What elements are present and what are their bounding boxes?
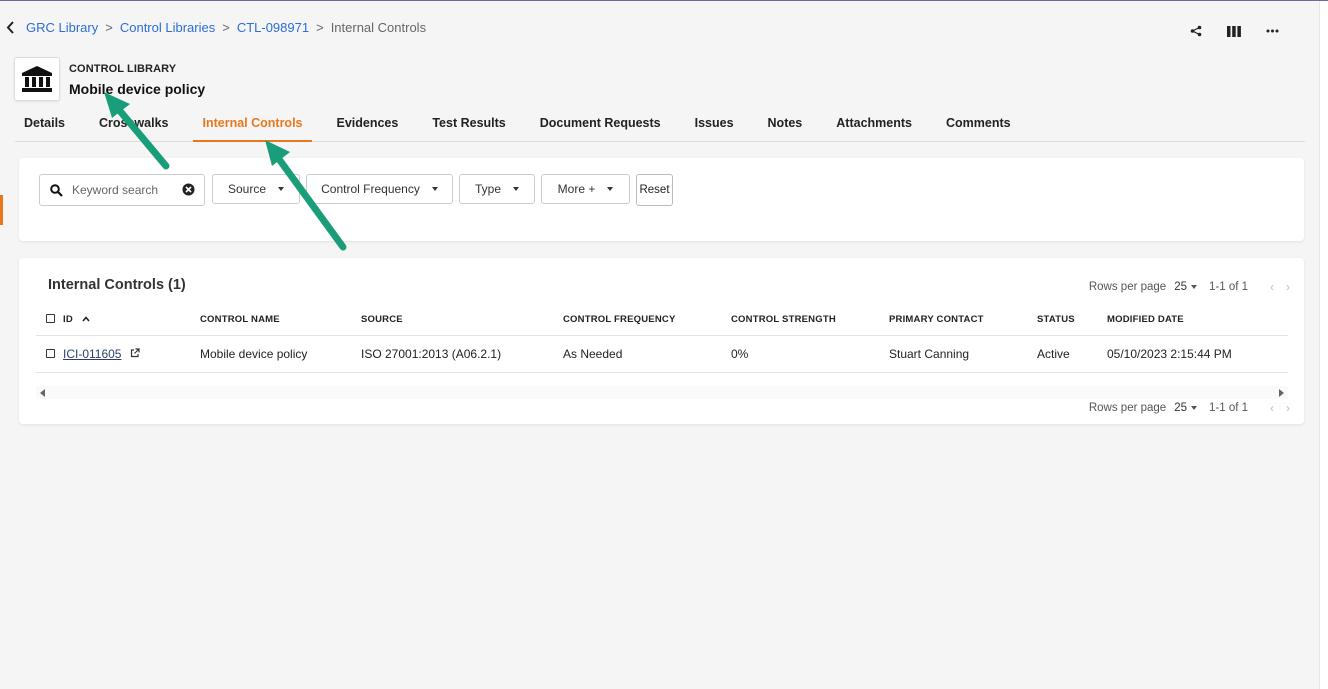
cell-primary-contact: Stuart Canning (889, 347, 970, 361)
source-filter[interactable]: Source (212, 174, 300, 204)
internal-controls-table-card: Internal Controls (1) Rows per page 25 1… (19, 258, 1304, 424)
column-header-control-frequency[interactable]: CONTROL FREQUENCY (563, 314, 675, 325)
column-header-primary-contact[interactable]: PRIMARY CONTACT (889, 314, 984, 325)
reset-button[interactable]: Reset (636, 174, 673, 206)
column-header-modified-date[interactable]: MODIFIED DATE (1107, 314, 1184, 325)
more-filters-dropdown[interactable]: More + (541, 174, 630, 204)
next-page-icon[interactable]: › (1286, 280, 1290, 294)
tab-attachments[interactable]: Attachments (827, 111, 921, 140)
breadcrumb-separator: > (105, 20, 113, 35)
top-bar: GRC Library > Control Libraries > CTL-098971… (0, 1, 1318, 151)
prev-page-icon[interactable]: ‹ (1270, 280, 1274, 294)
breadcrumb-grc-library[interactable]: GRC Library (26, 20, 98, 35)
breadcrumb-control-libraries[interactable]: Control Libraries (120, 20, 215, 35)
breadcrumb-separator: > (222, 20, 230, 35)
column-header-control-strength[interactable]: CONTROL STRENGTH (731, 314, 836, 325)
rows-per-page-select[interactable]: 25 (1174, 402, 1187, 414)
tab-notes[interactable]: Notes (759, 111, 812, 140)
prev-page-icon[interactable]: ‹ (1270, 401, 1274, 415)
breadcrumb-separator: > (316, 20, 324, 35)
column-header-id[interactable]: ID (63, 314, 90, 325)
scroll-right-icon[interactable] (1279, 389, 1284, 397)
scroll-left-icon[interactable] (40, 389, 45, 397)
more-filters-label: More + (557, 182, 596, 196)
tab-test-results[interactable]: Test Results (423, 111, 514, 140)
cell-control-strength: 0% (731, 347, 749, 361)
clear-search-icon[interactable] (182, 183, 195, 196)
chevron-down-icon[interactable] (1191, 285, 1197, 289)
columns-icon[interactable] (1226, 23, 1242, 39)
tab-crosswalks[interactable]: Crosswalks (90, 111, 177, 140)
tab-bar: Details Crosswalks Internal Controls Evi… (15, 111, 1305, 142)
table-title: Internal Controls (1) (48, 277, 186, 293)
bank-icon (14, 57, 60, 101)
record-type-label: CONTROL LIBRARY (69, 63, 177, 75)
tab-comments[interactable]: Comments (937, 111, 1020, 140)
cell-control-name: Mobile device policy (200, 347, 308, 361)
row-checkbox[interactable] (46, 349, 55, 358)
page-range: 1-1 of 1 (1209, 402, 1248, 414)
cell-control-frequency: As Needed (563, 347, 623, 361)
chevron-down-icon (607, 187, 614, 191)
rows-per-page-label: Rows per page (1088, 402, 1167, 414)
tab-internal-controls[interactable]: Internal Controls (193, 111, 312, 142)
pagination-bottom: Rows per page 25 1-1 of 1 ‹ › (1089, 401, 1290, 415)
sort-asc-icon[interactable] (82, 316, 90, 322)
type-filter[interactable]: Type (459, 174, 535, 204)
cell-status: Active (1037, 347, 1070, 361)
search-box (39, 174, 205, 206)
page-title: Mobile device policy (69, 81, 206, 97)
rows-per-page-select[interactable]: 25 (1174, 281, 1187, 293)
search-icon (50, 183, 64, 197)
type-filter-label: Type (474, 182, 501, 196)
side-indicator (0, 195, 3, 225)
share-icon[interactable] (1188, 23, 1204, 39)
tab-details[interactable]: Details (15, 111, 74, 140)
column-header-status[interactable]: STATUS (1037, 314, 1075, 325)
rows-per-page-label: Rows per page (1088, 281, 1167, 293)
page-range: 1-1 of 1 (1209, 281, 1248, 293)
column-header-id-label: ID (63, 314, 73, 325)
external-link-icon[interactable] (130, 348, 140, 358)
control-id-link[interactable]: ICI-011605 (63, 347, 121, 361)
column-header-control-name[interactable]: CONTROL NAME (200, 314, 280, 325)
cell-source: ISO 27001:2013 (A06.2.1) (361, 347, 502, 361)
table-row-id: ICI-011605 (63, 347, 140, 361)
chevron-down-icon (431, 187, 438, 191)
tab-issues[interactable]: Issues (686, 111, 743, 140)
select-all-checkbox[interactable] (46, 314, 55, 323)
header-divider (36, 335, 1288, 336)
more-icon[interactable] (1264, 23, 1280, 39)
breadcrumb-library-id[interactable]: CTL-098971 (237, 20, 309, 35)
breadcrumb-current: Internal Controls (330, 20, 427, 35)
tab-evidences[interactable]: Evidences (328, 111, 408, 140)
next-page-icon[interactable]: › (1286, 401, 1290, 415)
filter-panel: Source Control Frequency Type More + Res… (19, 158, 1304, 241)
tab-document-requests[interactable]: Document Requests (531, 111, 670, 140)
row-divider (36, 372, 1288, 373)
source-filter-label: Source (227, 182, 267, 196)
horizontal-scrollbar[interactable] (36, 386, 1288, 399)
chevron-down-icon (278, 187, 285, 191)
chevron-down-icon (513, 187, 519, 191)
back-icon[interactable] (3, 17, 17, 37)
chevron-down-icon[interactable] (1191, 406, 1197, 410)
breadcrumb: GRC Library > Control Libraries > CTL-098971… (26, 20, 426, 35)
cell-modified-date: 05/10/2023 2:15:44 PM (1107, 347, 1232, 361)
right-panel-edge (1319, 1, 1328, 689)
search-input[interactable] (70, 182, 184, 198)
pagination-top: Rows per page 25 1-1 of 1 ‹ › (1089, 280, 1290, 294)
control-frequency-filter[interactable]: Control Frequency (306, 174, 453, 204)
top-actions (1188, 23, 1280, 39)
column-header-source[interactable]: SOURCE (361, 314, 403, 325)
control-frequency-filter-label: Control Frequency (321, 182, 420, 196)
